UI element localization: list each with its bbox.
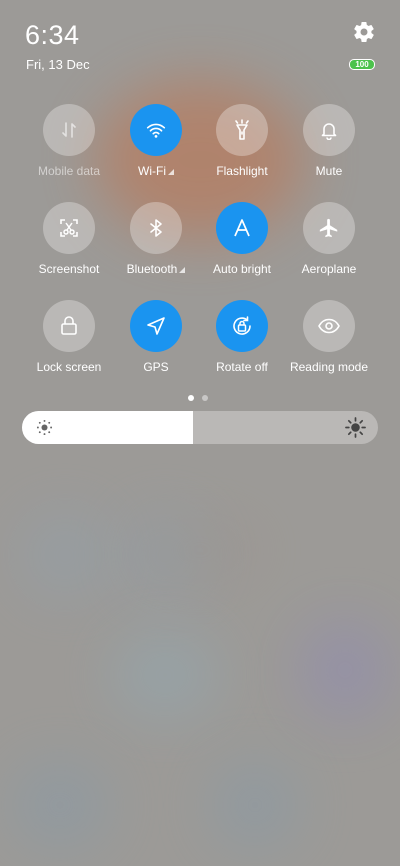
tile-label: Lock screen [36,360,102,374]
tile-label-row: Wi-Fi [111,164,201,178]
background-blur [210,760,300,850]
auto-brightness-toggle[interactable] [216,202,268,254]
screenshot-icon [60,219,78,237]
tile-lock-screen[interactable]: Lock screen [24,300,114,374]
tile-rotate[interactable]: Rotate off [197,300,287,374]
tile-label: Mute [315,164,343,178]
brightness-low-icon [36,419,53,436]
bluetooth-toggle[interactable] [130,202,182,254]
background-blur [10,760,110,850]
wifi-icon [146,123,166,138]
tile-wifi[interactable]: Wi-Fi [111,104,201,178]
background-blur [140,520,260,580]
clock-time: 6:34 [25,20,80,50]
settings-button[interactable] [352,20,376,44]
lock-screen-toggle[interactable] [43,300,95,352]
signal-caret-icon [167,169,174,175]
gps-toggle[interactable] [130,300,182,352]
tile-aeroplane[interactable]: Aeroplane [284,202,374,276]
rotate-toggle[interactable] [216,300,268,352]
background-blur [20,510,110,600]
tile-label: GPS [143,360,169,374]
mobile-data-icon [62,122,76,138]
tile-screenshot[interactable]: Screenshot [24,202,114,276]
aeroplane-toggle[interactable] [303,202,355,254]
reading-mode-toggle[interactable] [303,300,355,352]
bluetooth-icon [150,219,162,237]
tile-flashlight[interactable]: Flashlight [197,104,287,178]
signal-caret-icon [179,267,186,273]
battery-indicator: 100 [349,59,375,70]
tile-gps[interactable]: GPS [111,300,201,374]
page-dot-active[interactable] [188,395,194,401]
tile-label: Mobile data [37,164,101,178]
screenshot-toggle[interactable] [43,202,95,254]
background-blur [300,620,390,720]
flashlight-toggle[interactable] [216,104,268,156]
tile-label: Auto bright [212,262,272,276]
tile-label-row: Bluetooth [111,262,201,276]
clock-date: Fri, 13 Dec [26,57,90,72]
mobile-data-toggle[interactable] [43,104,95,156]
tile-label: Rotate off [216,360,268,374]
eye-icon [318,318,340,334]
tile-bluetooth[interactable]: Bluetooth [111,202,201,276]
page-indicator [188,395,208,401]
airplane-icon [319,218,338,238]
bell-icon [321,123,337,140]
tile-label: Screenshot [38,262,100,276]
rotate-lock-icon [233,316,251,335]
brightness-slider[interactable] [22,411,378,444]
tile-label: Wi-Fi [138,164,166,178]
tile-mobile-data[interactable]: Mobile data [24,104,114,178]
tile-label: Aeroplane [301,262,357,276]
tile-label: Reading mode [289,360,369,374]
tile-auto-brightness[interactable]: Auto bright [197,202,287,276]
tile-label: Flashlight [216,164,268,178]
lock-icon [61,316,77,335]
page-dot[interactable] [202,395,208,401]
tile-label: Bluetooth [126,262,178,276]
background-blur [110,630,220,720]
wifi-toggle[interactable] [130,104,182,156]
tile-mute[interactable]: Mute [284,104,374,178]
auto-brightness-icon [234,219,250,237]
brightness-high-icon [345,417,366,438]
gps-icon [147,317,165,335]
mute-toggle[interactable] [303,104,355,156]
gear-icon [354,22,374,43]
flashlight-icon [235,119,249,140]
tile-reading-mode[interactable]: Reading mode [284,300,374,374]
